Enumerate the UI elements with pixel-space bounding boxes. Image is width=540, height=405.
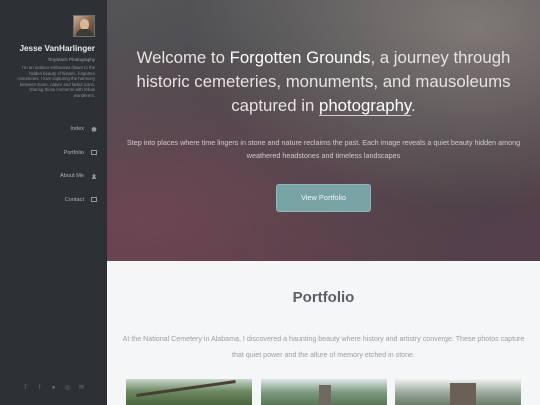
- hero-title-pre: Welcome to: [136, 48, 230, 67]
- mausoleum: [450, 383, 476, 405]
- instagram-icon[interactable]: ◎: [64, 385, 71, 392]
- sidebar-nav: Index Portfolio About Me Contact: [7, 124, 97, 218]
- hero-title-end: .: [411, 95, 416, 115]
- portfolio-thumbnail[interactable]: [395, 379, 521, 405]
- mail-icon: [91, 197, 97, 202]
- nav-item-portfolio[interactable]: Portfolio: [7, 148, 97, 158]
- site-bio: I'm an outdoor enthusiast drawn to the h…: [17, 65, 95, 98]
- facebook-icon[interactable]: f: [36, 385, 43, 392]
- hero-subtitle: Step into places where time lingers in s…: [126, 138, 521, 160]
- portfolio-description: At the National Cemetery in Alabama, I d…: [122, 335, 525, 359]
- hero-banner: Welcome to Forgotten Grounds, a journey …: [107, 0, 540, 261]
- social-links: 𝕋 f ● ◎ ✉: [22, 385, 85, 392]
- nav-item-contact[interactable]: Contact: [7, 195, 97, 205]
- user-icon: [91, 173, 97, 179]
- nav-item-about[interactable]: About Me: [7, 171, 97, 181]
- hero-title-highlight: Forgotten Grounds: [229, 48, 371, 67]
- sidebar: Jesse VanHarlinger TinyStack Photography…: [0, 0, 107, 405]
- portfolio-title: Portfolio: [292, 289, 355, 306]
- avatar-shoulders: [76, 29, 93, 36]
- nav-item-label: Index: [70, 126, 84, 132]
- twitter-icon[interactable]: 𝕋: [22, 385, 29, 392]
- view-portfolio-button[interactable]: View Portfolio: [276, 184, 371, 212]
- portfolio-section: Portfolio At the National Cemetery in Al…: [107, 261, 540, 405]
- github-icon[interactable]: ●: [50, 385, 57, 392]
- tree-trunk: [319, 385, 331, 405]
- home-icon: [91, 126, 97, 132]
- hero-title: Welcome to Forgotten Grounds, a journey …: [127, 46, 520, 117]
- portfolio-thumbnail[interactable]: [126, 379, 252, 405]
- site-subtitle: TinyStack Photography: [47, 57, 95, 62]
- tree-branch: [136, 380, 236, 397]
- avatar[interactable]: [73, 15, 95, 37]
- nav-item-label: About Me: [60, 173, 84, 179]
- portfolio-thumbnail[interactable]: [261, 379, 387, 405]
- site-name[interactable]: Jesse VanHarlinger: [19, 44, 95, 53]
- nav-item-label: Portfolio: [63, 149, 84, 156]
- image-icon: [91, 150, 97, 155]
- email-icon[interactable]: ✉: [78, 385, 85, 392]
- hero-photography-link[interactable]: photography: [318, 95, 412, 116]
- nav-item-index[interactable]: Index: [7, 124, 97, 134]
- nav-item-label: Contact: [64, 196, 84, 203]
